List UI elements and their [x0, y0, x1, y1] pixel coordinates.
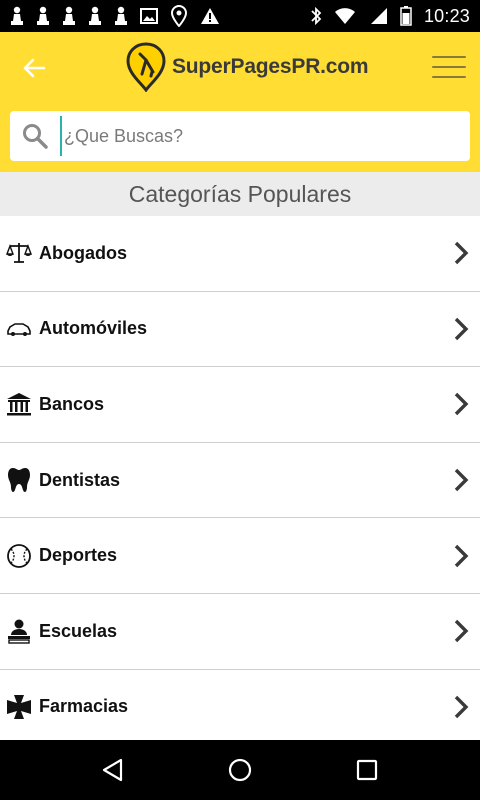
category-item-dentistas[interactable]: Dentistas [0, 443, 480, 519]
category-item-automoviles[interactable]: Automóviles [0, 292, 480, 368]
image-icon [140, 8, 158, 24]
menu-line [432, 66, 466, 68]
baseball-icon [6, 543, 32, 569]
status-notifications [10, 5, 220, 27]
chess-pawn-icon [89, 6, 101, 25]
chess-pawn-icon [37, 6, 49, 25]
signal-icon [370, 8, 387, 24]
category-item-escuelas[interactable]: Escuelas [0, 594, 480, 670]
warning-icon [201, 8, 219, 24]
search-icon [22, 122, 50, 150]
logo: SuperPagesPR.com [126, 40, 369, 94]
walking-fingers-logo-icon [126, 42, 166, 92]
category-label: Escuelas [39, 620, 118, 641]
status-bar: 10:23 [0, 0, 480, 32]
category-label: Abogados [39, 242, 127, 263]
category-item-farmacias[interactable]: Farmacias [0, 670, 480, 740]
category-label: Bancos [39, 393, 105, 414]
tooth-icon [6, 467, 32, 493]
section-header: Categorías Populares [0, 172, 480, 216]
search-box[interactable] [10, 111, 470, 161]
arrow-left-icon [23, 58, 46, 78]
home-circle-icon [228, 758, 252, 782]
chevron-right-icon [454, 317, 469, 341]
hamburger-menu-button[interactable] [432, 52, 466, 82]
system-nav-bar [0, 740, 480, 800]
recents-square-icon [356, 759, 377, 781]
location-pin-icon [170, 5, 188, 27]
chevron-right-icon [454, 544, 469, 567]
chevron-right-icon [454, 393, 469, 416]
school-icon [6, 618, 32, 644]
status-system-icons: 10:23 [310, 6, 470, 27]
category-label: Dentistas [39, 469, 121, 490]
nav-back-button[interactable] [93, 750, 133, 790]
wifi-icon [334, 8, 355, 24]
section-title: Categorías Populares [128, 180, 352, 207]
bluetooth-icon [311, 6, 322, 26]
app-header: SuperPagesPR.com [0, 32, 480, 172]
category-item-deportes[interactable]: Deportes [0, 518, 480, 594]
chess-pawn-icon [115, 6, 127, 25]
pharmacy-cross-icon [6, 694, 32, 720]
nav-home-button[interactable] [220, 750, 260, 790]
category-item-bancos[interactable]: Bancos [0, 367, 480, 443]
category-label: Deportes [39, 545, 118, 566]
chevron-right-icon [454, 468, 469, 492]
status-clock: 10:23 [423, 5, 470, 26]
menu-line [432, 76, 466, 78]
chess-pawn-icon [63, 6, 75, 25]
chevron-right-icon [454, 620, 469, 643]
category-label: Farmacias [39, 696, 129, 717]
battery-icon [400, 6, 412, 26]
chess-pawn-icon [11, 6, 23, 25]
scales-icon [6, 240, 32, 266]
category-label: Automóviles [39, 318, 148, 339]
car-icon [6, 316, 32, 342]
back-triangle-icon [103, 758, 123, 782]
chevron-right-icon [454, 242, 469, 265]
nav-recents-button[interactable] [347, 750, 387, 790]
menu-line [432, 56, 466, 58]
back-button[interactable] [16, 50, 52, 86]
category-item-abogados[interactable]: Abogados [0, 216, 480, 292]
logo-text: SuperPagesPR.com [172, 55, 369, 78]
category-list: Abogados Automóviles Bancos Dentistas De… [0, 216, 480, 740]
chevron-right-icon [454, 695, 469, 719]
search-input[interactable] [60, 116, 440, 156]
bank-icon [6, 391, 32, 417]
